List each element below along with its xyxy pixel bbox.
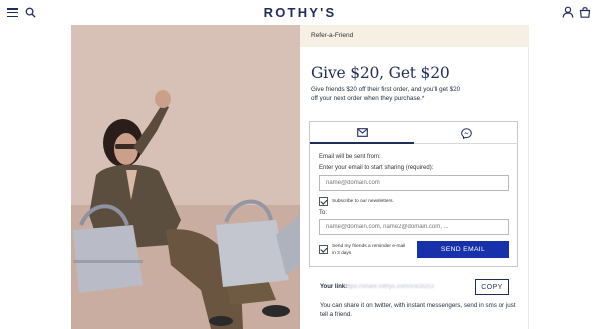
- hero-photo: [71, 25, 300, 329]
- to-email-input[interactable]: [319, 219, 509, 235]
- rothys-logo[interactable]: ROTHY'S: [0, 5, 600, 20]
- referral-panel: Refer-a-Friend Give $20, Get $20 Give fr…: [300, 25, 529, 329]
- offer-title: Give $20, Get $20: [311, 64, 450, 82]
- copy-link-button[interactable]: COPY: [475, 279, 509, 295]
- subscribe-label: Subscribe to our newsletters.: [332, 199, 394, 204]
- offer-description: Give friends $20 off their first order, …: [311, 86, 461, 102]
- enter-email-label: Enter your email to start sharing (requi…: [319, 165, 434, 171]
- referral-link[interactable]: https://share.rothys.com/x/a1b2c3: [344, 284, 434, 290]
- messenger-icon: [461, 128, 472, 139]
- site-header: ROTHY'S: [0, 0, 600, 25]
- email-icon: [357, 128, 368, 137]
- reminder-label: Send my friends a reminder e-mail in 3 d…: [332, 244, 406, 256]
- email-input[interactable]: [319, 175, 509, 191]
- breadcrumb-bar: Refer-a-Friend: [300, 25, 529, 47]
- user-icon[interactable]: [562, 6, 574, 18]
- bag-icon[interactable]: [579, 6, 591, 18]
- send-email-button[interactable]: SEND EMAIL: [417, 241, 509, 258]
- subscribe-checkbox[interactable]: [319, 197, 328, 206]
- to-label: To:: [319, 210, 328, 216]
- sent-from-label: Email will be sent from:: [319, 154, 381, 160]
- share-note: You can share it on twitter, with instan…: [320, 302, 516, 318]
- model-with-bags-image: [71, 25, 300, 329]
- tab-messenger[interactable]: [414, 122, 518, 144]
- breadcrumb: Refer-a-Friend: [311, 32, 354, 39]
- tab-email[interactable]: [310, 122, 414, 144]
- share-form: Email will be sent from: Enter your emai…: [309, 121, 518, 267]
- reminder-checkbox[interactable]: [319, 245, 328, 254]
